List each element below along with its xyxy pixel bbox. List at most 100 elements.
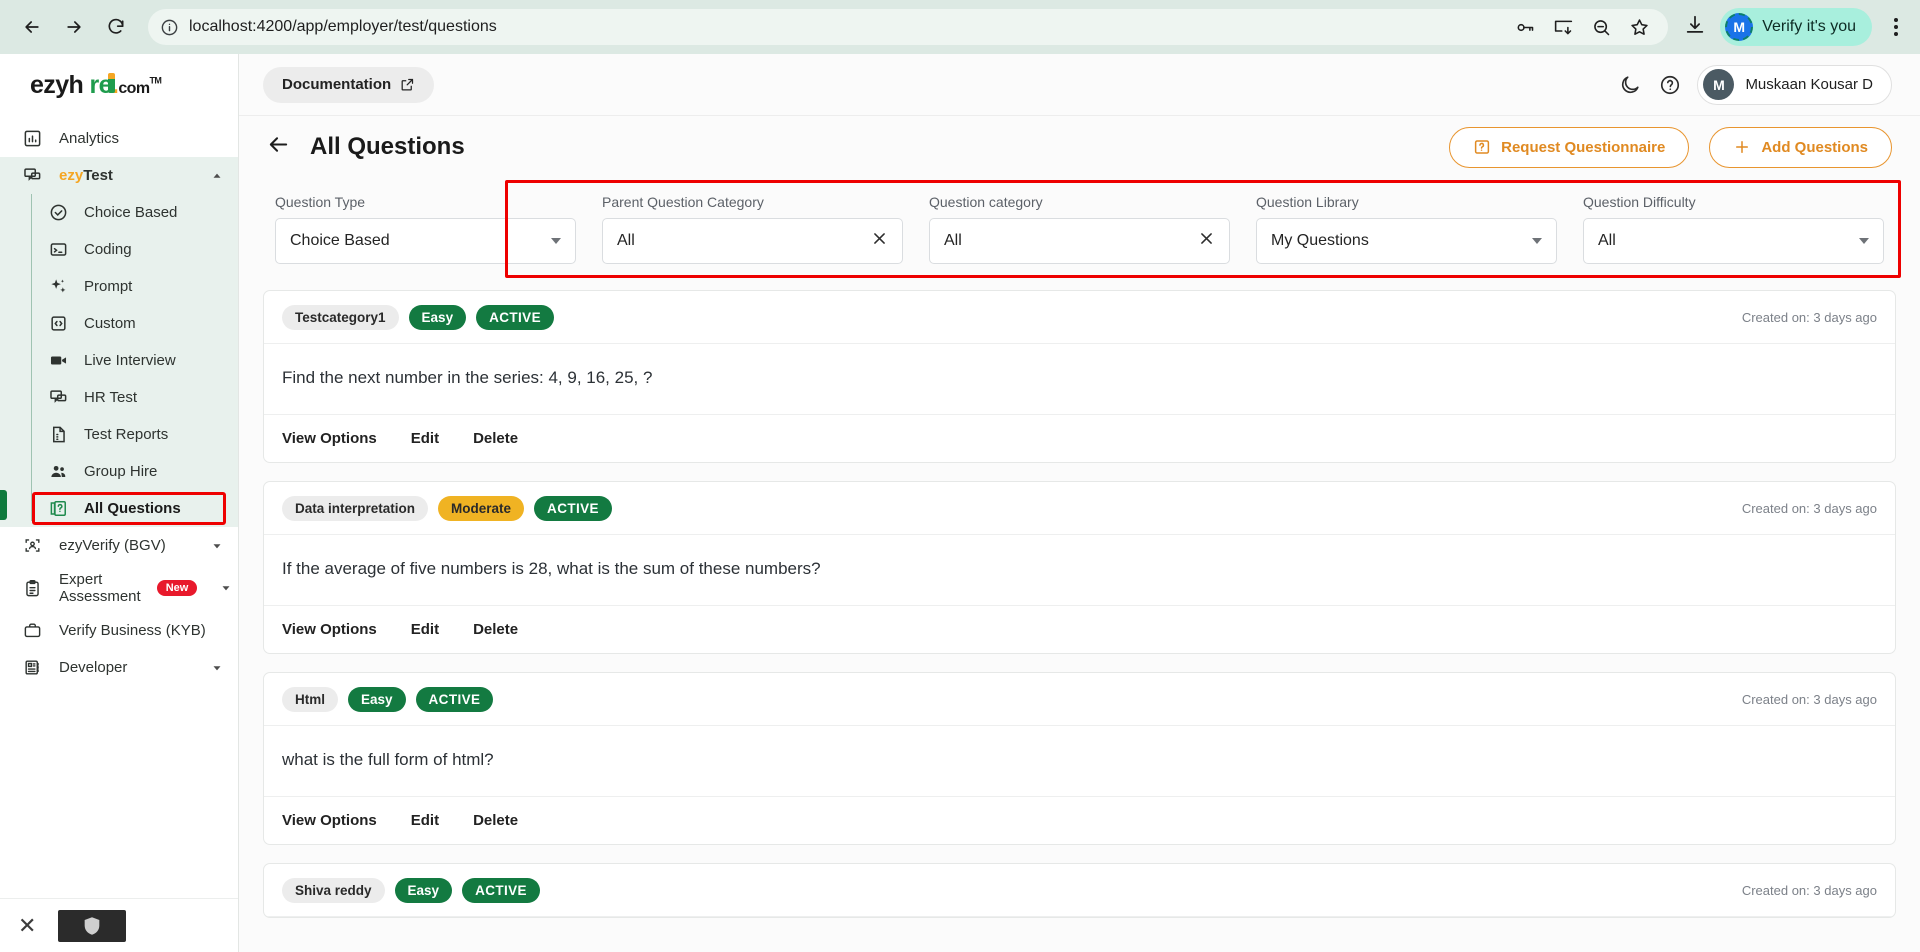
sidebar-item-live-interview[interactable]: Live Interview <box>0 342 238 379</box>
reload-button[interactable] <box>98 9 134 45</box>
plus-icon <box>1736 141 1749 153</box>
chevron-down-icon[interactable] <box>210 661 224 675</box>
documentation-label: Documentation <box>282 76 392 93</box>
logo-tm: TM <box>149 75 162 86</box>
user-menu[interactable]: M Muskaan Kousar D <box>1697 64 1892 105</box>
delete-button[interactable]: Delete <box>473 621 518 638</box>
question-card-header: Data interpretation Moderate ACTIVE Crea… <box>264 482 1895 535</box>
edit-button[interactable]: Edit <box>411 430 439 447</box>
verify-avatar: M <box>1725 13 1754 41</box>
download-icon[interactable] <box>1684 14 1706 41</box>
address-bar-url: localhost:4200/app/employer/test/questio… <box>189 18 497 35</box>
question-card: Shiva reddy Easy ACTIVE Created on: 3 da… <box>263 863 1896 918</box>
clear-icon[interactable] <box>871 230 888 252</box>
chevron-up-icon[interactable] <box>210 169 224 183</box>
category-badge: Shiva reddy <box>282 878 385 903</box>
parent-question-category-input[interactable]: All <box>602 218 903 264</box>
documentation-button[interactable]: Documentation <box>263 66 435 103</box>
question-card-header: Testcategory1 Easy ACTIVE Created on: 3 … <box>264 291 1895 344</box>
shield-badge-icon[interactable] <box>58 909 127 942</box>
sidebar-group-ezyverify[interactable]: ezyVerify (BGV) <box>0 527 238 564</box>
filter-value: Choice Based <box>290 232 390 249</box>
question-library-select[interactable]: My Questions <box>1256 218 1557 264</box>
filter-question-type: Question Type Choice Based <box>275 194 576 264</box>
sidebar-group-ezytest[interactable]: ezyTest <box>0 157 238 194</box>
chevron-down-icon[interactable] <box>551 238 561 244</box>
filter-label: Question Difficulty <box>1583 194 1696 210</box>
sidebar-group-expert-assessment[interactable]: Expert Assessment New <box>0 564 238 612</box>
chevron-down-icon[interactable] <box>1532 238 1542 244</box>
back-button[interactable] <box>14 9 50 45</box>
sidebar-group-developer[interactable]: Developer <box>0 649 238 686</box>
terminal-icon <box>48 239 69 260</box>
brand-logo[interactable]: ezyhire.comTM <box>0 54 238 116</box>
face-scan-icon <box>22 535 43 556</box>
chevron-down-icon[interactable] <box>219 581 233 595</box>
sidebar-item-prompt[interactable]: Prompt <box>0 268 238 305</box>
question-card-actions: View Options Edit Delete <box>264 415 1895 462</box>
dark-mode-icon[interactable] <box>1617 72 1643 98</box>
questions-list[interactable]: Testcategory1 Easy ACTIVE Created on: 3 … <box>239 282 1920 952</box>
sidebar-item-analytics[interactable]: Analytics <box>0 120 238 157</box>
filter-value: All <box>1598 232 1616 249</box>
category-badge: Testcategory1 <box>282 305 399 330</box>
view-options-button[interactable]: View Options <box>282 430 377 447</box>
category-badge: Data interpretation <box>282 496 429 521</box>
page-title: All Questions <box>310 133 465 160</box>
bookmark-star-icon[interactable] <box>1628 16 1650 38</box>
chevron-down-icon[interactable] <box>210 539 224 553</box>
filter-label: Question Library <box>1256 194 1359 210</box>
sidebar-item-all-questions[interactable]: All Questions <box>0 490 238 527</box>
back-arrow-icon[interactable] <box>267 133 290 161</box>
logo-com: com <box>118 79 150 97</box>
sidebar-label: Coding <box>84 241 132 258</box>
sidebar-item-verify-business[interactable]: Verify Business (KYB) <box>0 612 238 649</box>
request-questionnaire-label: Request Questionnaire <box>1501 138 1666 156</box>
sidebar-item-custom[interactable]: Custom <box>0 305 238 342</box>
delete-button[interactable]: Delete <box>473 812 518 829</box>
site-info-icon[interactable] <box>160 18 179 37</box>
chrome-menu-button[interactable] <box>1886 14 1906 40</box>
edit-button[interactable]: Edit <box>411 621 439 638</box>
sidebar-label: Test Reports <box>84 426 169 443</box>
address-bar[interactable]: localhost:4200/app/employer/test/questio… <box>148 9 1669 45</box>
code-clipboard-icon <box>48 313 69 334</box>
question-text: If the average of five numbers is 28, wh… <box>264 535 1895 606</box>
view-options-button[interactable]: View Options <box>282 621 377 638</box>
forward-button[interactable] <box>56 9 92 45</box>
clear-icon[interactable] <box>1198 230 1215 252</box>
sidebar-item-test-reports[interactable]: Test Reports <box>0 416 238 453</box>
sidebar-label: ezyVerify (BGV) <box>59 536 166 554</box>
verify-its-you-button[interactable]: M Verify it's you <box>1720 8 1872 46</box>
briefcase-icon <box>22 620 43 641</box>
filter-label: Question Type <box>275 194 366 210</box>
sidebar-item-choice-based[interactable]: Choice Based <box>0 194 238 231</box>
passwords-icon[interactable] <box>1514 16 1536 38</box>
avatar: M <box>1703 69 1735 100</box>
request-questionnaire-button[interactable]: Request Questionnaire <box>1449 126 1690 168</box>
sidebar: ezyhire.comTM Analytics ezyTest <box>0 54 239 952</box>
question-type-select[interactable]: Choice Based <box>275 218 576 264</box>
chevron-down-icon[interactable] <box>1859 238 1869 244</box>
sidebar-item-hr-test[interactable]: HR Test <box>0 379 238 416</box>
question-category-input[interactable]: All <box>929 218 1230 264</box>
question-card-header: Html Easy ACTIVE Created on: 3 days ago <box>264 673 1895 726</box>
report-icon <box>48 424 69 445</box>
install-app-icon[interactable] <box>1552 16 1574 38</box>
main-content: Documentation M Muskaan Kousar D All Que… <box>239 54 1920 952</box>
sidebar-item-group-hire[interactable]: Group Hire <box>0 453 238 490</box>
logo-pin-icon <box>108 72 115 93</box>
question-difficulty-select[interactable]: All <box>1583 218 1884 264</box>
ezytest-suffix: Test <box>83 166 113 184</box>
delete-button[interactable]: Delete <box>473 430 518 447</box>
zoom-out-icon[interactable] <box>1590 16 1612 38</box>
edit-button[interactable]: Edit <box>411 812 439 829</box>
help-icon[interactable] <box>1657 72 1683 98</box>
add-questions-button[interactable]: Add Questions <box>1709 126 1892 168</box>
sidebar-item-coding[interactable]: Coding <box>0 231 238 268</box>
question-text: what is the full form of html? <box>264 726 1895 797</box>
close-icon[interactable]: ✕ <box>18 914 36 937</box>
ezytest-prefix: ezy <box>59 166 84 184</box>
filter-bar: Question Type Choice Based Parent Questi… <box>263 178 1896 282</box>
view-options-button[interactable]: View Options <box>282 812 377 829</box>
